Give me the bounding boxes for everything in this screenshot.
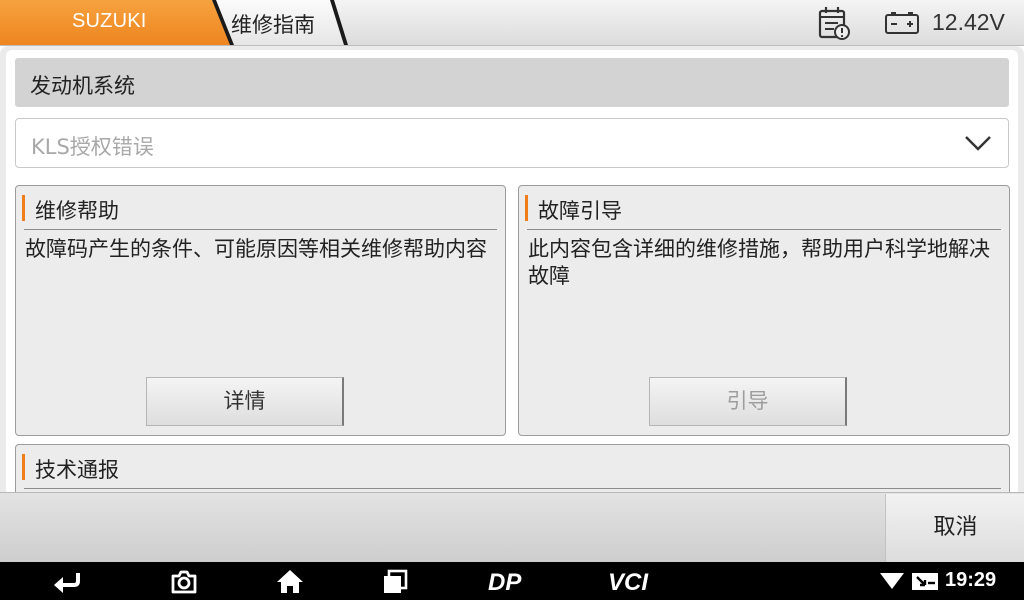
vci-icon[interactable]: VCI bbox=[608, 567, 658, 595]
tab-repair-guide-label: 维修指南 bbox=[231, 13, 315, 37]
battery-voltage: 12.42V bbox=[932, 9, 1005, 35]
home-icon[interactable] bbox=[276, 567, 304, 595]
tab-make-label: SUZUKI bbox=[72, 10, 147, 32]
repair-help-panel: 维修帮助 故障码产生的条件、可能原因等相关维修帮助内容 详情 bbox=[15, 185, 506, 436]
cancel-button[interactable]: 取消 bbox=[885, 494, 1024, 563]
calendar-alert-icon[interactable] bbox=[816, 5, 852, 41]
system-title: 发动机系统 bbox=[30, 74, 135, 98]
chevron-down-icon bbox=[965, 136, 991, 151]
fault-code-select[interactable]: KLS授权错误 bbox=[15, 118, 1009, 168]
divider bbox=[527, 229, 1001, 230]
fault-guide-panel: 故障引导 此内容包含详细的维修措施，帮助用户科学地解决故障 引导 bbox=[518, 185, 1010, 436]
divider bbox=[24, 229, 497, 230]
guide-button[interactable]: 引导 bbox=[649, 377, 847, 426]
system-nav-bar: DP VCI 19:29 bbox=[0, 562, 1024, 600]
divider bbox=[24, 488, 1001, 489]
fault-code-value: KLS授权错误 bbox=[31, 135, 154, 159]
camera-icon[interactable] bbox=[170, 567, 198, 595]
fault-guide-title: 故障引导 bbox=[538, 199, 622, 223]
system-header bbox=[15, 58, 1009, 107]
dp-label: DP bbox=[488, 569, 522, 595]
bottom-action-bar: 取消 bbox=[0, 492, 1024, 563]
top-bar: SUZUKI 维修指南 12.42V bbox=[0, 0, 1024, 46]
vci-label: VCI bbox=[608, 569, 649, 595]
screen-cast-icon bbox=[912, 573, 938, 590]
panel-accent-bar bbox=[22, 195, 25, 221]
details-button[interactable]: 详情 bbox=[146, 377, 344, 426]
technical-bulletin-panel: 技术通报 bbox=[15, 444, 1010, 493]
clock: 19:29 bbox=[945, 569, 997, 591]
dp-icon[interactable]: DP bbox=[488, 567, 532, 595]
panel-accent-bar bbox=[525, 195, 528, 221]
repair-help-title: 维修帮助 bbox=[35, 199, 119, 223]
recent-apps-icon[interactable] bbox=[381, 567, 409, 595]
fault-guide-description: 此内容包含详细的维修措施，帮助用户科学地解决故障 bbox=[528, 237, 990, 288]
repair-help-description: 故障码产生的条件、可能原因等相关维修帮助内容 bbox=[25, 237, 487, 261]
battery-icon bbox=[885, 12, 919, 34]
back-icon[interactable] bbox=[50, 567, 82, 595]
technical-bulletin-title: 技术通报 bbox=[35, 458, 119, 482]
wifi-icon bbox=[880, 573, 904, 589]
panel-accent-bar bbox=[22, 454, 25, 480]
